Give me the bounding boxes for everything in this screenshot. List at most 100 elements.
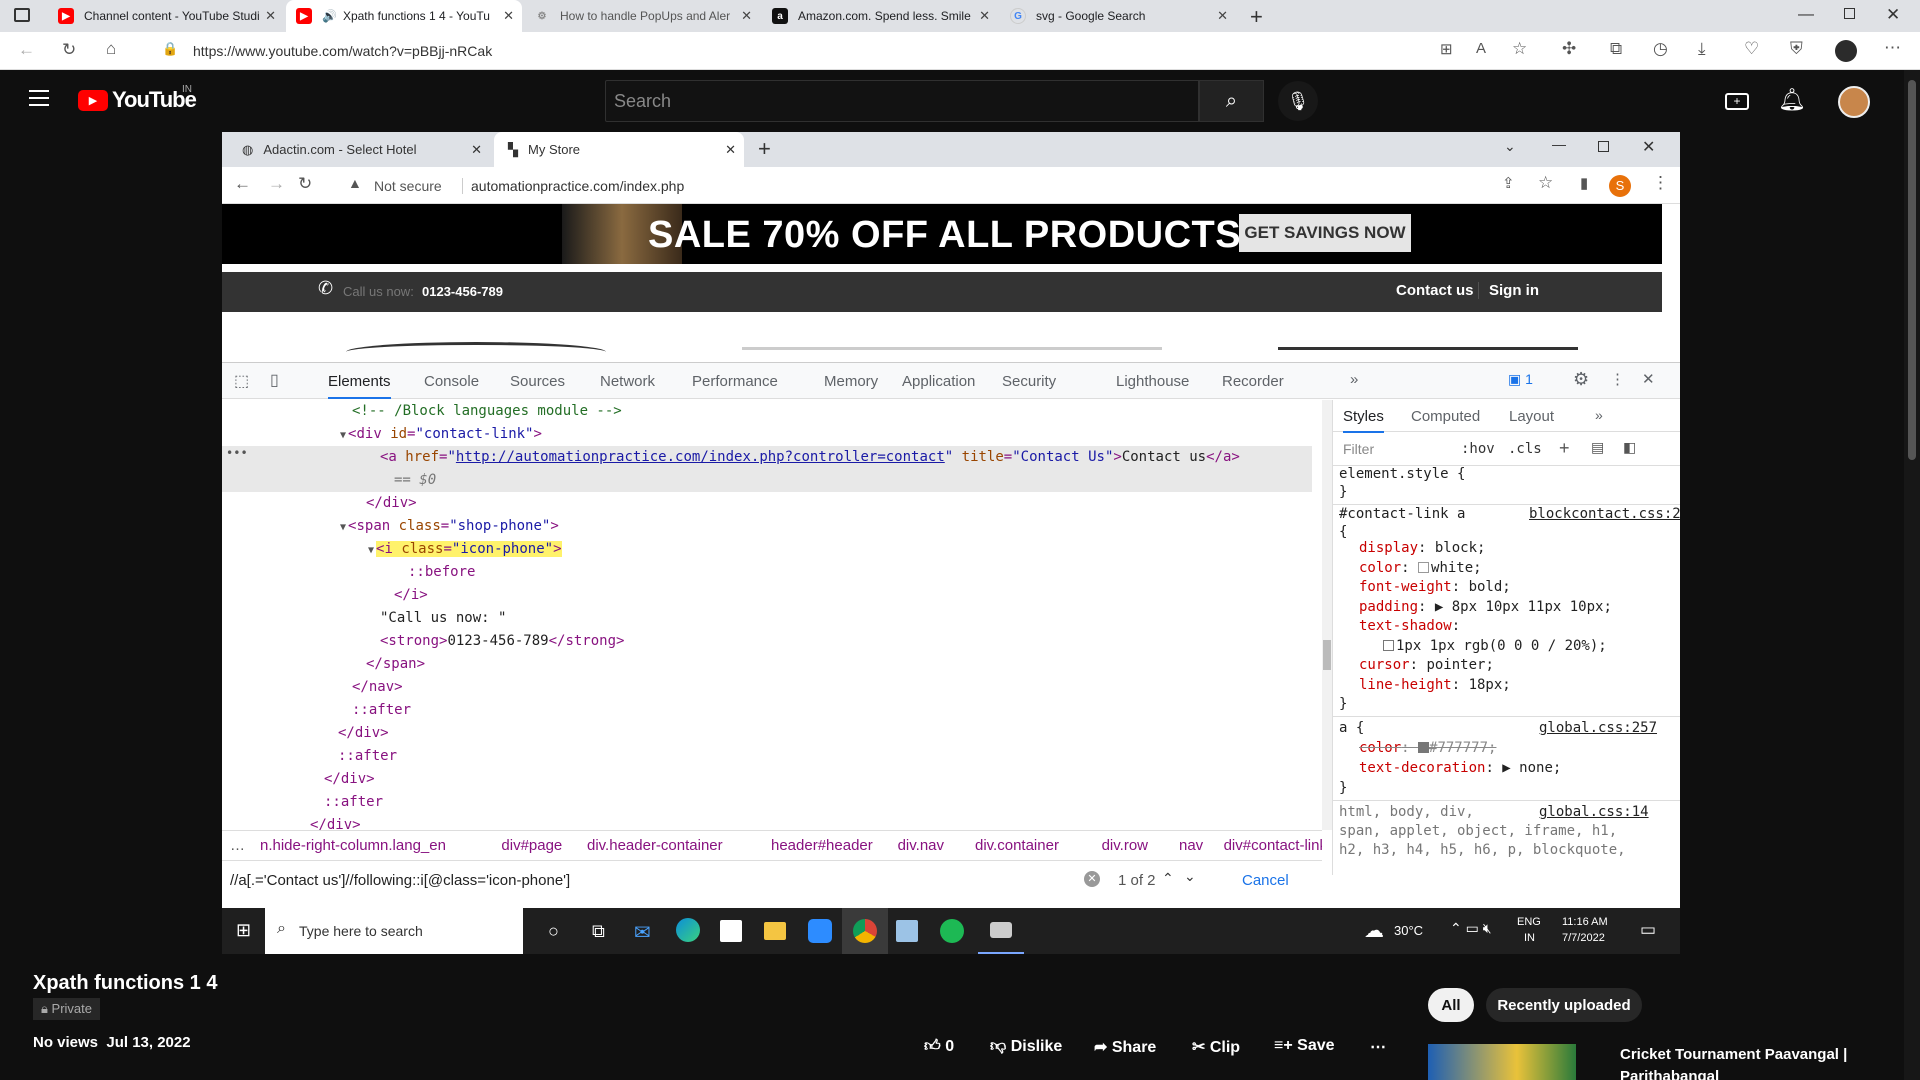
- breadcrumb-item[interactable]: div.container: [975, 837, 1059, 854]
- style-property[interactable]: color: white;: [1359, 560, 1482, 576]
- contact-us-link[interactable]: Contact us: [1396, 282, 1474, 299]
- rule-selector[interactable]: #contact-link a: [1339, 506, 1465, 522]
- video-player[interactable]: ◍ Adactin.com - Select Hotel ✕ ▚ My Stor…: [222, 132, 1680, 954]
- inner-tab-adactin[interactable]: ◍ Adactin.com - Select Hotel ✕: [230, 132, 490, 167]
- dom-node-line[interactable]: == $0: [222, 469, 1312, 492]
- filter-all[interactable]: All: [1428, 988, 1474, 1022]
- cls-toggle[interactable]: .cls: [1508, 441, 1542, 457]
- sign-in-link[interactable]: Sign in: [1478, 282, 1539, 299]
- tab-youtube-studio[interactable]: ▶ Channel content - YouTube Studi ✕: [48, 0, 284, 32]
- style-property[interactable]: cursor: pointer;: [1359, 657, 1494, 673]
- devtools-tab-network[interactable]: Network: [600, 373, 655, 390]
- download-icon[interactable]: ⤓: [1698, 39, 1706, 59]
- breadcrumb-item[interactable]: div#page: [501, 837, 562, 854]
- reload-icon[interactable]: ↻: [298, 174, 312, 194]
- dom-node-line[interactable]: </div>: [222, 722, 1312, 745]
- more-panes-icon[interactable]: »: [1595, 407, 1603, 423]
- url-field[interactable]: automationpractice.com/index.php: [462, 178, 684, 194]
- new-rule-icon[interactable]: +: [1559, 438, 1570, 459]
- clip-button[interactable]: ✂ Clip: [1192, 1037, 1240, 1057]
- tab-google[interactable]: G svg - Google Search ✕: [1000, 0, 1236, 32]
- share-button[interactable]: ➦ Share: [1094, 1037, 1156, 1057]
- close-tab-icon[interactable]: ✕: [503, 8, 514, 24]
- close-window-icon[interactable]: ✕: [1642, 137, 1655, 157]
- devtools-tab-recorder[interactable]: Recorder: [1222, 373, 1284, 390]
- device-toolbar-icon[interactable]: ▯: [270, 370, 279, 390]
- style-property[interactable]: line-height: 18px;: [1359, 677, 1511, 693]
- dom-node-line[interactable]: ::after: [222, 791, 1312, 814]
- breadcrumb-item[interactable]: div.header-container: [587, 837, 723, 854]
- breadcrumb-item[interactable]: n.hide-right-column.lang_en: [260, 837, 446, 854]
- style-property[interactable]: text-decoration: ▶ none;: [1359, 760, 1561, 776]
- rule-source-link[interactable]: blockcontact.css:23: [1529, 506, 1680, 522]
- devtools-tab-sources[interactable]: Sources: [510, 373, 565, 390]
- close-devtools-icon[interactable]: ✕: [1642, 370, 1655, 388]
- style-value[interactable]: 1px 1px rgb(0 0 0 / 20%);: [1383, 638, 1607, 654]
- inspect-icon[interactable]: ⬚: [234, 371, 249, 391]
- style-property[interactable]: text-shadow:: [1359, 618, 1460, 634]
- youtube-logo-icon[interactable]: ▶: [78, 90, 108, 111]
- read-aloud-icon[interactable]: A: [1476, 40, 1486, 57]
- dom-node-line[interactable]: <!-- /Block languages module -->: [222, 400, 1312, 423]
- styles-tab-computed[interactable]: Computed: [1411, 408, 1480, 425]
- tab-youtube-video[interactable]: ▶ 🔊 Xpath functions 1 4 - YouTu ✕: [286, 0, 522, 32]
- system-tray-icons[interactable]: ⌃ ▭ 🔇︎: [1450, 920, 1492, 937]
- close-tab-icon[interactable]: ✕: [741, 8, 752, 24]
- dom-node-line[interactable]: </div>: [222, 814, 1312, 830]
- devtools-tab-console[interactable]: Console: [424, 373, 479, 390]
- chrome-icon[interactable]: [842, 908, 888, 954]
- devtools-tab-elements[interactable]: Elements: [328, 373, 391, 399]
- new-tab-icon[interactable]: +: [758, 136, 771, 162]
- zoom-icon[interactable]: [808, 919, 832, 943]
- cancel-button[interactable]: Cancel: [1242, 872, 1289, 889]
- devtools-tab-performance[interactable]: Performance: [692, 373, 778, 390]
- forward-icon[interactable]: →: [268, 174, 285, 194]
- devtools-tab-memory[interactable]: Memory: [824, 373, 878, 390]
- rule-selector[interactable]: html, body, div,: [1339, 804, 1474, 820]
- sidepanel-icon[interactable]: ▮: [1580, 174, 1588, 192]
- get-savings-button[interactable]: GET SAVINGS NOW: [1239, 214, 1411, 252]
- previous-match-icon[interactable]: ⌃: [1162, 870, 1174, 887]
- recommended-thumbnail[interactable]: [1428, 1044, 1576, 1080]
- hov-toggle[interactable]: :hov: [1461, 441, 1495, 457]
- breadcrumb-item[interactable]: nav: [1179, 837, 1203, 854]
- devtools-tab-security[interactable]: Security: [1002, 373, 1056, 390]
- close-tab-icon[interactable]: ✕: [1217, 8, 1228, 24]
- sale-banner[interactable]: SALE 70% OFF ALL PRODUCTS GET SAVINGS NO…: [222, 204, 1662, 264]
- history-icon[interactable]: ◷: [1653, 39, 1668, 59]
- style-property[interactable]: padding: ▶ 8px 10px 11px 10px;: [1359, 599, 1612, 615]
- minimize-icon[interactable]: —: [1552, 136, 1566, 152]
- breadcrumb-overflow-icon[interactable]: …: [230, 837, 245, 854]
- node-actions-icon[interactable]: •••: [226, 446, 248, 460]
- issues-badge[interactable]: ▣ 1: [1508, 371, 1533, 388]
- style-property[interactable]: display: block;: [1359, 540, 1485, 556]
- app-available-icon[interactable]: ⊞: [1440, 40, 1453, 58]
- recommended-title[interactable]: Cricket Tournament Paavangal |: [1620, 1046, 1847, 1063]
- element-style-rule[interactable]: element.style {: [1339, 466, 1465, 482]
- microphone-icon[interactable]: 🎙: [1278, 81, 1318, 121]
- notification-center-icon[interactable]: ▭: [1640, 920, 1656, 940]
- clock-date[interactable]: 7/7/2022: [1562, 932, 1605, 944]
- breadcrumb-item[interactable]: div.row: [1102, 837, 1148, 854]
- restore-icon[interactable]: [1598, 141, 1609, 152]
- styles-tab-styles[interactable]: Styles: [1343, 408, 1384, 433]
- find-input[interactable]: //a[.='Contact us']//following::i[@class…: [230, 872, 570, 889]
- dom-node-line[interactable]: </div>: [222, 768, 1312, 791]
- dom-node-line[interactable]: ▼ <i class="icon-phone">: [222, 538, 1312, 561]
- performance-icon[interactable]: ♡: [1744, 39, 1759, 59]
- edge-icon[interactable]: [676, 918, 700, 942]
- app-icon[interactable]: [896, 920, 918, 942]
- app-icon[interactable]: [978, 908, 1024, 954]
- favorite-icon[interactable]: ☆: [1512, 39, 1527, 59]
- new-tab-icon[interactable]: +: [1250, 4, 1263, 30]
- dislike-button[interactable]: 👎︎ Dislike: [990, 1037, 1062, 1056]
- paint-icon[interactable]: ▤: [1591, 439, 1604, 456]
- settings-icon[interactable]: ⚙: [1573, 369, 1589, 390]
- close-tab-icon[interactable]: ✕: [265, 8, 276, 24]
- more-tabs-icon[interactable]: »: [1350, 371, 1358, 388]
- tab-actions-icon[interactable]: [14, 8, 30, 22]
- rule-source-link[interactable]: global.css:14: [1539, 804, 1649, 820]
- search-icon[interactable]: ⌕: [1199, 80, 1264, 122]
- dom-node-line[interactable]: ::after: [222, 699, 1312, 722]
- menu-icon[interactable]: [29, 90, 49, 106]
